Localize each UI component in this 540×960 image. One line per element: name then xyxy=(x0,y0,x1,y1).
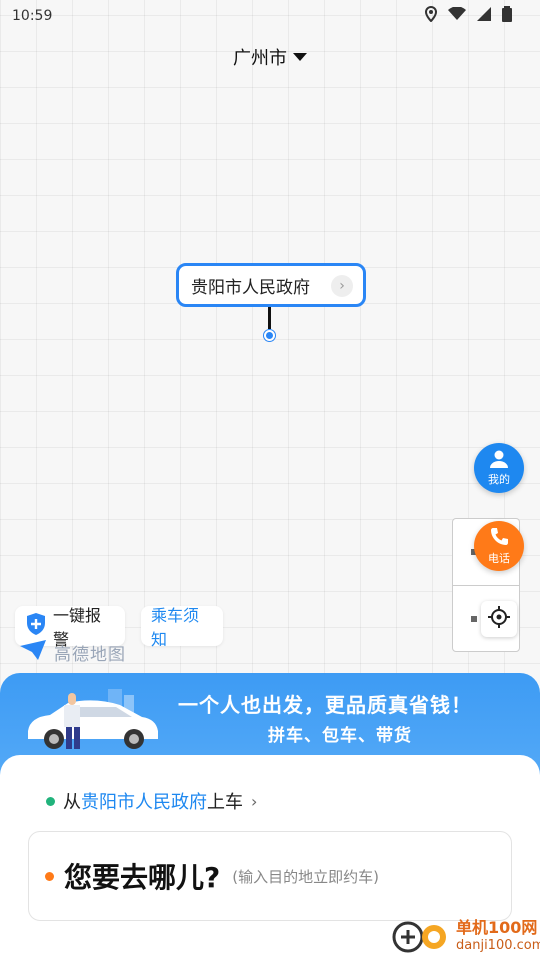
pickup-bubble-label: 贵阳市人民政府 xyxy=(191,277,310,298)
watermark-logo-icon xyxy=(392,915,450,959)
chevron-right-icon: › xyxy=(331,275,353,297)
phone-button[interactable]: 电话 xyxy=(474,521,524,571)
watermark-url: danji100.com xyxy=(456,938,540,953)
banner-subline: 拼车、包车、带货 xyxy=(268,726,412,746)
wifi-icon xyxy=(448,6,466,25)
destination-title: 您要去哪儿? xyxy=(64,861,221,894)
shield-icon xyxy=(25,612,47,640)
pin-dot xyxy=(264,330,275,341)
pickup-place: 贵阳市人民政府 xyxy=(81,792,207,813)
watermark-name: 单机100网 xyxy=(456,918,538,937)
amap-logo-icon xyxy=(18,638,48,667)
amap-logo-text: 高德地图 xyxy=(54,645,126,665)
me-button[interactable]: 我的 xyxy=(474,443,524,493)
user-icon xyxy=(489,450,509,471)
pin-stem xyxy=(268,307,271,329)
banner-headline: 一个人也出发，更品质真省钱！ xyxy=(178,693,472,717)
me-button-label: 我的 xyxy=(488,472,510,486)
city-name: 广州市 xyxy=(233,48,287,69)
signal-icon xyxy=(476,7,492,25)
pickup-suffix: 上车 xyxy=(207,792,243,813)
ride-notice-label: 乘车须知 xyxy=(151,606,200,649)
green-dot-icon xyxy=(46,796,55,806)
ride-notice-button[interactable]: 乘车须知 xyxy=(141,606,223,649)
panel-mark xyxy=(471,616,477,622)
crosshair-icon xyxy=(488,606,510,632)
destination-hint: (输入目的地立即约车) xyxy=(232,867,379,886)
pickup-prefix: 从 xyxy=(63,792,81,813)
pickup-bubble[interactable]: 贵阳市人民政府 › xyxy=(176,263,366,307)
chevron-right-icon: › xyxy=(251,791,258,811)
location-icon xyxy=(424,5,438,26)
battery-icon xyxy=(502,6,512,26)
watermark: 单机100网 danji100.com xyxy=(392,915,540,959)
status-bar: 10:59 xyxy=(0,0,540,32)
orange-dot-icon xyxy=(45,871,54,881)
car-illustration xyxy=(28,689,158,749)
status-time: 10:59 xyxy=(12,8,53,24)
city-selector[interactable]: 广州市 xyxy=(0,44,540,70)
amap-logo: 高德地图 xyxy=(18,638,126,667)
destination-input[interactable]: 您要去哪儿? (输入目的地立即约车) xyxy=(28,831,512,921)
phone-icon xyxy=(489,527,509,550)
locate-button[interactable] xyxy=(481,601,517,637)
phone-button-label: 电话 xyxy=(488,551,510,565)
caret-down-icon xyxy=(293,53,307,61)
pickup-row[interactable]: 从 贵阳市人民政府 上车 › xyxy=(46,788,257,814)
